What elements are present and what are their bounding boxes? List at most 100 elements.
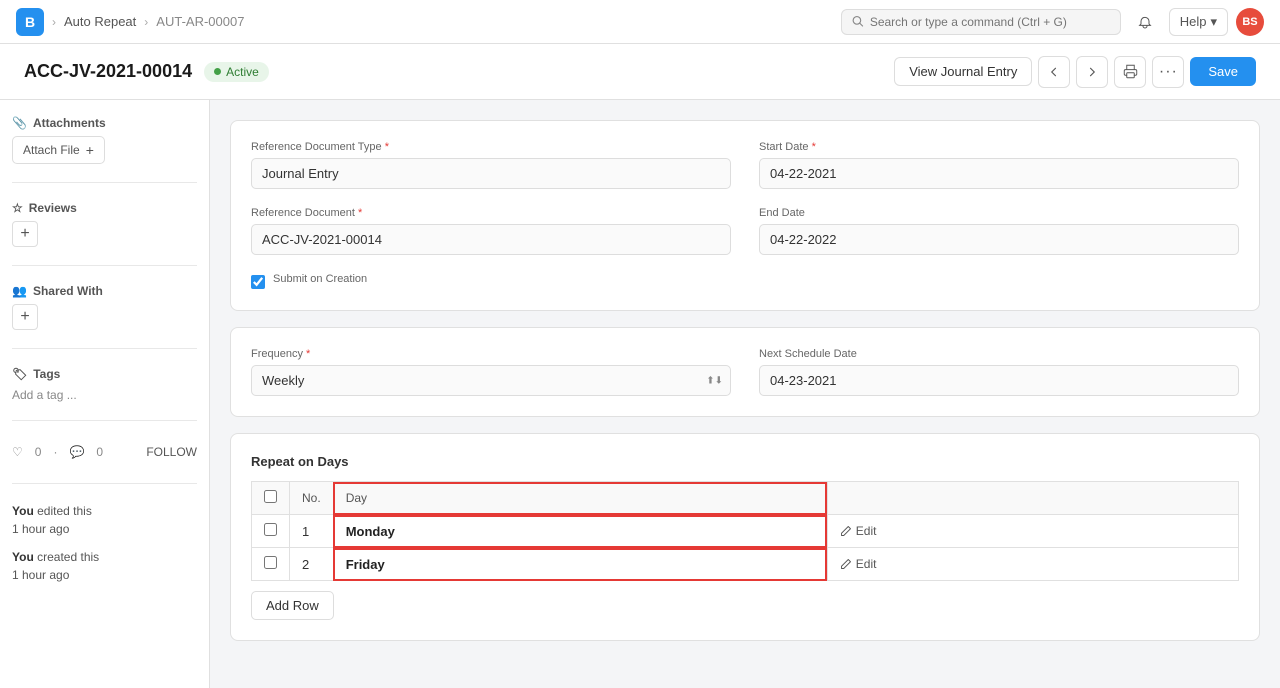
next-nav-button[interactable] [1076, 56, 1108, 88]
start-date-input[interactable] [759, 158, 1239, 189]
add-tag-label[interactable]: Add a tag ... [12, 388, 77, 402]
ref-doc-type-field: Reference Document Type * [251, 141, 731, 189]
breadcrumb-sep-2: › [144, 15, 148, 29]
notification-btn[interactable] [1129, 6, 1161, 38]
more-options-button[interactable]: ··· [1152, 56, 1184, 88]
people-icon: 👥 [12, 284, 27, 298]
divider-5 [12, 483, 197, 484]
header-actions: View Journal Entry ··· Save [894, 56, 1256, 88]
page-header: ACC-JV-2021-00014 Active View Journal En… [0, 44, 1280, 100]
help-button[interactable]: Help ▾ [1169, 8, 1228, 36]
end-date-input[interactable] [759, 224, 1239, 255]
comments-count: 0 [96, 445, 103, 459]
end-date-field: End Date [759, 207, 1239, 255]
avatar: BS [1236, 8, 1264, 36]
paperclip-icon: 📎 [12, 116, 27, 130]
col-checkbox [252, 482, 290, 515]
ref-doc-label: Reference Document * [251, 207, 731, 219]
days-table: No. Day 1 Monday Edit [251, 481, 1239, 581]
plus-icon: + [86, 142, 94, 158]
tag-icon: 🏷 [12, 367, 27, 381]
row-checkbox-1[interactable] [264, 556, 277, 569]
app-icon: B [16, 8, 44, 36]
save-button[interactable]: Save [1190, 57, 1256, 86]
activity-item-2: You created this 1 hour ago [12, 548, 197, 584]
view-journal-button[interactable]: View Journal Entry [894, 57, 1032, 86]
end-date-label: End Date [759, 207, 1239, 219]
comment-icon[interactable]: 💬 [69, 445, 84, 459]
frequency-label: Frequency * [251, 348, 731, 360]
table-row: 1 Monday Edit [252, 515, 1239, 548]
status-dot [214, 68, 221, 75]
top-nav: B › Auto Repeat › AUT-AR-00007 Help ▾ BS [0, 0, 1280, 44]
like-icon[interactable]: ♡ [12, 445, 23, 459]
frequency-select[interactable]: Daily Weekly Monthly Quarterly Half-year… [251, 365, 731, 396]
col-action-header [827, 482, 1238, 515]
search-input[interactable] [870, 15, 1110, 29]
dot-sep: · [53, 445, 57, 459]
divider-1 [12, 182, 197, 183]
frequency-select-wrapper: Daily Weekly Monthly Quarterly Half-year… [251, 365, 731, 396]
required-star-1: * [385, 141, 389, 153]
add-review-button[interactable]: + [12, 221, 38, 247]
follow-button[interactable]: FOLLOW [146, 445, 197, 459]
likes-count: 0 [35, 445, 42, 459]
prev-nav-button[interactable] [1038, 56, 1070, 88]
required-star-2: * [812, 141, 816, 153]
shared-with-title: 👥 Shared With [12, 284, 197, 298]
search-icon [852, 15, 864, 28]
breadcrumb-auto-repeat[interactable]: Auto Repeat [64, 14, 136, 29]
required-star-3: * [358, 207, 362, 219]
submit-on-creation-field: Submit on Creation [251, 273, 1239, 290]
chevron-right-icon [1086, 66, 1098, 78]
breadcrumb-sep-1: › [52, 15, 56, 29]
select-all-checkbox[interactable] [264, 490, 277, 503]
submit-on-creation-checkbox[interactable] [251, 275, 265, 289]
next-schedule-input[interactable] [759, 365, 1239, 396]
add-row-button[interactable]: Add Row [251, 591, 334, 620]
divider-2 [12, 265, 197, 266]
ellipsis-icon: ··· [1159, 63, 1178, 81]
ref-doc-type-label: Reference Document Type * [251, 141, 731, 153]
main-layout: 📎 Attachments Attach File + ☆ Reviews + … [0, 100, 1280, 688]
sidebar: 📎 Attachments Attach File + ☆ Reviews + … [0, 100, 210, 688]
attach-file-button[interactable]: Attach File + [12, 136, 105, 164]
print-button[interactable] [1114, 56, 1146, 88]
start-date-label: Start Date * [759, 141, 1239, 153]
divider-4 [12, 420, 197, 421]
form-card: Reference Document Type * Start Date * R… [230, 120, 1260, 311]
tags-section: 🏷 Tags Add a tag ... [12, 367, 197, 402]
attachments-section: 📎 Attachments Attach File + [12, 116, 197, 164]
chevron-down-icon: ▾ [1210, 14, 1217, 30]
activity-section: You edited this 1 hour ago You created t… [12, 502, 197, 594]
breadcrumb-current: AUT-AR-00007 [156, 14, 244, 29]
form-grid: Reference Document Type * Start Date * R… [251, 141, 1239, 290]
row-no: 1 [290, 515, 334, 548]
content-area: Reference Document Type * Start Date * R… [210, 100, 1280, 688]
page-title: ACC-JV-2021-00014 [24, 61, 192, 82]
chevron-left-icon [1048, 66, 1060, 78]
row-action: Edit [827, 548, 1238, 581]
table-header-row: No. Day [252, 482, 1239, 515]
ref-doc-field: Reference Document * [251, 207, 731, 255]
search-bar[interactable] [841, 9, 1121, 35]
row-checkbox-0[interactable] [264, 523, 277, 536]
activity-item-1: You edited this 1 hour ago [12, 502, 197, 538]
row-no: 2 [290, 548, 334, 581]
row-checkbox-cell [252, 515, 290, 548]
row-action: Edit [827, 515, 1238, 548]
status-label: Active [226, 65, 259, 79]
edit-link-0[interactable]: Edit [840, 524, 1226, 538]
print-icon [1123, 64, 1138, 79]
ref-doc-type-input[interactable] [251, 158, 731, 189]
repeat-on-days-card: Repeat on Days No. Day 1 [230, 433, 1260, 641]
repeat-on-days-title: Repeat on Days [251, 454, 1239, 469]
edit-link-1[interactable]: Edit [840, 557, 1226, 571]
star-icon: ☆ [12, 201, 23, 215]
next-schedule-field: Next Schedule Date [759, 348, 1239, 396]
submit-on-creation-row: Submit on Creation [251, 273, 1239, 290]
add-share-button[interactable]: + [12, 304, 38, 330]
frequency-card: Frequency * Daily Weekly Monthly Quarter… [230, 327, 1260, 417]
ref-doc-input[interactable] [251, 224, 731, 255]
tags-title: 🏷 Tags [12, 367, 197, 381]
